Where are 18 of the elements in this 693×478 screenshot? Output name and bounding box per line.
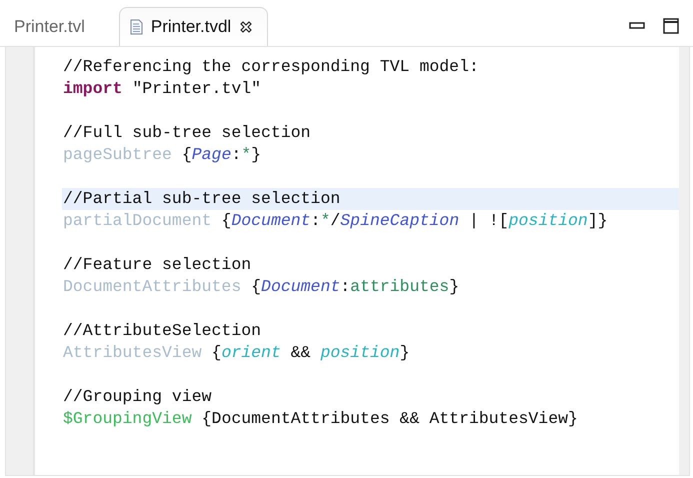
code-line: //Feature selection [63, 255, 252, 274]
file-icon [130, 19, 143, 35]
editor-tab[interactable]: Printer.tvdl [118, 7, 268, 46]
minimize-icon[interactable] [629, 21, 645, 31]
code-line: import "Printer.tvl" [63, 79, 262, 98]
code-line: //Full sub-tree selection [63, 123, 311, 142]
maximize-icon[interactable] [663, 18, 679, 34]
code-line: DocumentAttributes {Document:attributes} [63, 277, 460, 296]
code-line: partialDocument {Document:*/SpineCaption | ![position]} [63, 211, 608, 230]
code-line: AttributesView {orient && position} [63, 343, 410, 362]
close-icon[interactable] [239, 20, 254, 34]
code-line: //Referencing the corresponding TVL model: [63, 57, 479, 76]
code-line: //Partial sub-tree selection [63, 189, 340, 208]
code-line: pageSubtree {Page:*} [63, 145, 262, 164]
editor-tab[interactable]: Printer.tvl [4, 8, 95, 46]
code-line: $GroupingView {DocumentAttributes && AttributesView} [63, 409, 578, 428]
code-line: //Grouping view [63, 387, 212, 406]
code-line: //AttributeSelection [63, 321, 262, 340]
